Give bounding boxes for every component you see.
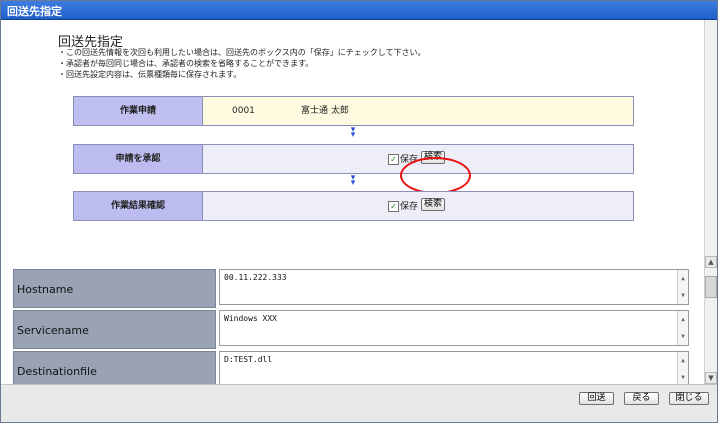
vertical-scrollbar[interactable]: ▲ ▼ xyxy=(704,20,717,384)
scroll-thumb[interactable] xyxy=(705,276,717,298)
note-line: ・回送先設定内容は、伝票種類毎に保存されます。 xyxy=(58,70,242,79)
close-button[interactable]: 閉じる xyxy=(669,392,709,405)
field-value: Windows XXX xyxy=(224,314,277,323)
flow-label: 作業結果確認 xyxy=(74,192,203,220)
field-value: 00.11.222.333 xyxy=(224,273,287,282)
instruction-notes: ・この回送先情報を次回も利用したい場合は、回送先のボックス内の「保存」にチェック… xyxy=(58,47,426,80)
save-checkbox[interactable]: ✓ xyxy=(388,201,399,212)
note-line: ・この回送先情報を次回も利用したい場合は、回送先のボックス内の「保存」にチェック… xyxy=(58,48,426,57)
dialog-window: 回送先指定 回送先指定 ・この回送先情報を次回も利用したい場合は、回送先のボック… xyxy=(0,0,718,423)
field-row-servicename: Servicename Windows XXX ▲ ▼ xyxy=(13,310,701,350)
field-label: Hostname xyxy=(13,269,216,308)
routing-panel: 回送先指定 ・この回送先情報を次回も利用したい場合は、回送先のボックス内の「保存… xyxy=(1,20,704,268)
applicant-name: 富士通 太郎 xyxy=(301,106,349,116)
down-arrow-icon: ▾ ▾ xyxy=(350,125,356,140)
flow-row-approve: 申請を承認 ✓ 保存 検索 xyxy=(73,144,634,174)
scroll-down-icon[interactable]: ▼ xyxy=(705,372,717,384)
field-row-destinationfile: Destinationfile D:TEST.dll ▲ ▼ xyxy=(13,351,701,384)
footer-toolbar: 回送 戻る 閉じる xyxy=(1,384,717,422)
back-button[interactable]: 戻る xyxy=(624,392,659,405)
search-button[interactable]: 検索 xyxy=(421,198,446,211)
flow-row-result-check: 作業結果確認 ✓ 保存 検索 xyxy=(73,191,634,221)
field-scrollbar[interactable]: ▲ ▼ xyxy=(677,311,688,345)
flow-label: 申請を承認 xyxy=(74,145,203,173)
flow-label: 作業申請 xyxy=(74,97,203,125)
route-button[interactable]: 回送 xyxy=(579,392,614,405)
down-arrow-icon: ▾ ▾ xyxy=(350,173,356,188)
field-value: D:TEST.dll xyxy=(224,355,273,364)
note-line: ・承認者が毎回同じ場合は、承認者の検索を省略することができます。 xyxy=(58,59,314,68)
scroll-up-icon[interactable]: ▲ xyxy=(705,256,717,268)
applicant-id: 0001 xyxy=(232,106,255,116)
destinationfile-field[interactable]: D:TEST.dll ▲ ▼ xyxy=(219,351,689,384)
field-label: Destinationfile xyxy=(13,351,216,384)
title-bar: 回送先指定 xyxy=(1,1,717,20)
flow-row-request: 作業申請 0001 富士通 太郎 xyxy=(73,96,634,126)
window-title: 回送先指定 xyxy=(7,5,62,18)
field-scrollbar[interactable]: ▲ ▼ xyxy=(677,270,688,304)
save-checkbox[interactable]: ✓ xyxy=(388,154,399,165)
hostname-field[interactable]: 00.11.222.333 ▲ ▼ xyxy=(219,269,689,305)
servicename-field[interactable]: Windows XXX ▲ ▼ xyxy=(219,310,689,346)
field-scrollbar[interactable]: ▲ ▼ xyxy=(677,352,688,384)
save-label: 保存 xyxy=(400,202,419,212)
highlight-circle xyxy=(400,157,471,194)
parameter-form: Hostname 00.11.222.333 ▲ ▼ Servicename Wi… xyxy=(13,269,704,384)
field-label: Servicename xyxy=(13,310,216,349)
field-row-hostname: Hostname 00.11.222.333 ▲ ▼ xyxy=(13,269,701,309)
